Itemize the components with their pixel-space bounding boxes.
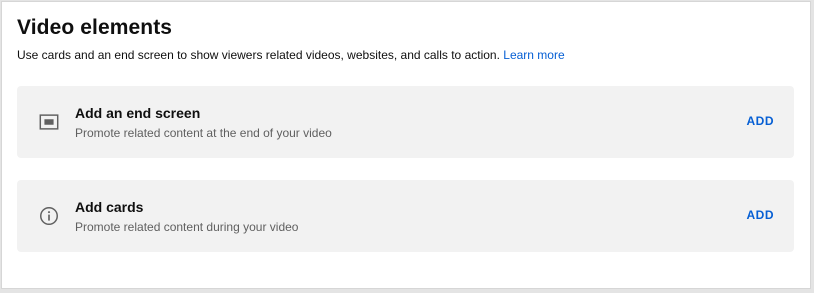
learn-more-link[interactable]: Learn more	[503, 48, 564, 62]
end-screen-icon	[39, 114, 59, 130]
info-icon	[40, 207, 58, 225]
end-screen-card: Add an end screen Promote related conten…	[17, 86, 794, 158]
section-title: Video elements	[17, 16, 173, 39]
cards-card: Add cards Promote related content during…	[17, 180, 794, 252]
video-elements-panel: Video elements Use cards and an end scre…	[1, 1, 811, 289]
add-end-screen-button[interactable]: ADD	[747, 114, 775, 128]
section-description: Use cards and an end screen to show view…	[17, 48, 565, 62]
end-screen-title: Add an end screen	[75, 105, 201, 121]
cards-description: Promote related content during your vide…	[75, 220, 299, 234]
section-description-text: Use cards and an end screen to show view…	[17, 48, 500, 62]
add-cards-button[interactable]: ADD	[747, 208, 775, 222]
end-screen-description: Promote related content at the end of yo…	[75, 126, 332, 140]
cards-title: Add cards	[75, 199, 144, 215]
